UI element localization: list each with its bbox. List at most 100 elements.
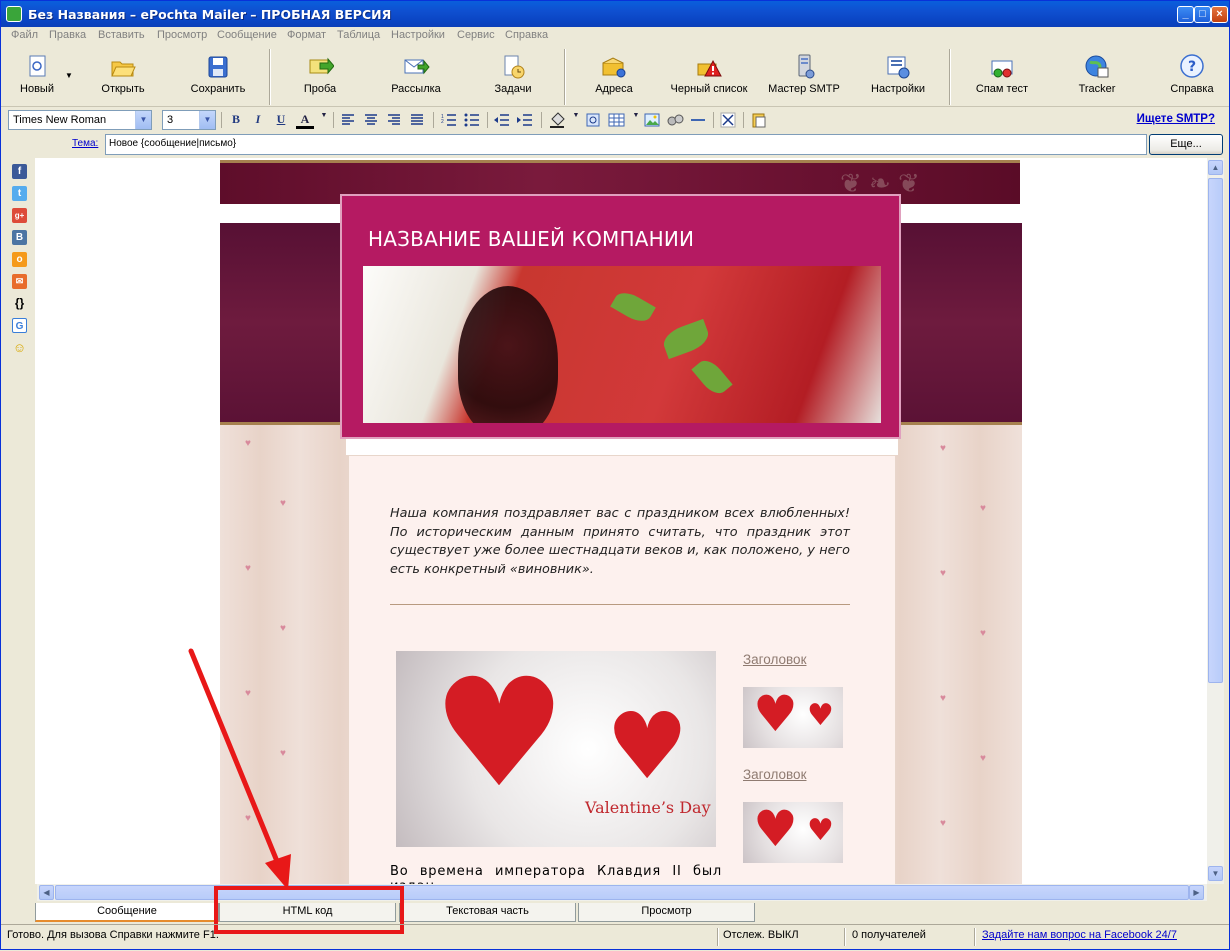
facebook-support-link[interactable]: Задайте нам вопрос на Facebook 24/7 bbox=[982, 929, 1177, 941]
odnoklassniki-icon[interactable]: o bbox=[12, 252, 27, 267]
title-bar[interactable]: Без Названия – ePochta Mailer – ПРОБНАЯ … bbox=[1, 1, 1229, 27]
tracker-button[interactable]: Tracker bbox=[1075, 53, 1119, 95]
toolbar-separator bbox=[564, 49, 566, 105]
smtp-search-link[interactable]: Ищете SMTP? bbox=[1137, 113, 1215, 125]
tab-text-part[interactable]: Текстовая часть bbox=[399, 903, 576, 922]
help-question-icon: ? bbox=[1180, 54, 1204, 78]
help-button[interactable]: ? Справка bbox=[1165, 53, 1219, 95]
align-justify-icon[interactable] bbox=[410, 114, 424, 126]
vertical-scroll-thumb[interactable] bbox=[1208, 178, 1223, 683]
table-icon[interactable] bbox=[608, 112, 626, 128]
image-icon[interactable] bbox=[644, 112, 660, 128]
menu-table[interactable]: Таблица bbox=[337, 29, 380, 41]
subject-input[interactable]: Новое {сообщение|письмо} bbox=[105, 134, 1147, 155]
smtp-wizard-button[interactable]: Мастер SMTP bbox=[767, 53, 841, 95]
font-family-select[interactable]: Times New Roman ▼ bbox=[8, 110, 152, 130]
chevron-down-icon[interactable]: ▼ bbox=[627, 112, 645, 128]
clear-format-icon[interactable] bbox=[720, 112, 736, 128]
code-braces-icon[interactable]: {} bbox=[12, 296, 27, 311]
save-button[interactable]: Сохранить bbox=[187, 53, 249, 95]
font-size-value: 3 bbox=[167, 114, 174, 126]
tab-preview[interactable]: Просмотр bbox=[578, 903, 755, 922]
thumb-heart: ♥ bbox=[753, 685, 798, 743]
heart-decoration: ♥ bbox=[245, 688, 251, 699]
outdent-icon[interactable] bbox=[494, 113, 510, 127]
twitter-icon[interactable]: t bbox=[12, 186, 27, 201]
vertical-scrollbar[interactable]: ▲ ▼ bbox=[1207, 158, 1224, 884]
menu-format[interactable]: Формат bbox=[287, 29, 326, 41]
menu-message[interactable]: Сообщение bbox=[217, 29, 277, 41]
spam-test-button[interactable]: Спам тест bbox=[973, 53, 1031, 95]
new-button[interactable]: Новый bbox=[15, 53, 59, 95]
menu-service[interactable]: Сервис bbox=[457, 29, 495, 41]
send-label: Рассылка bbox=[391, 83, 441, 95]
open-button[interactable]: Открыть bbox=[99, 53, 147, 95]
valentine-hearts-image: ♥ ♥ bbox=[396, 651, 716, 847]
chevron-down-icon: ▼ bbox=[135, 111, 151, 129]
test-button[interactable]: Проба bbox=[297, 53, 343, 95]
menu-settings[interactable]: Настройки bbox=[391, 29, 445, 41]
horizontal-scrollbar[interactable]: ◀ ▶ bbox=[37, 884, 1207, 901]
vkontakte-icon[interactable]: B bbox=[12, 230, 27, 245]
font-size-select[interactable]: 3 ▼ bbox=[162, 110, 216, 130]
scroll-down-icon[interactable]: ▼ bbox=[1208, 866, 1223, 881]
heading-link-1[interactable]: Заголовок bbox=[743, 652, 806, 667]
menu-edit[interactable]: Правка bbox=[49, 29, 86, 41]
svg-text:2: 2 bbox=[441, 119, 444, 125]
fill-bucket-icon[interactable] bbox=[549, 112, 567, 128]
underline-button[interactable]: U bbox=[272, 112, 290, 128]
blacklist-warning-icon bbox=[697, 59, 722, 77]
smtp-server-icon bbox=[798, 54, 815, 79]
spam-test-icon bbox=[991, 60, 1013, 78]
format-separator bbox=[333, 112, 334, 128]
minimize-button[interactable]: _ bbox=[1177, 6, 1194, 23]
menu-view[interactable]: Просмотр bbox=[157, 29, 207, 41]
subject-label[interactable]: Тема: bbox=[72, 138, 98, 149]
align-center-icon[interactable] bbox=[364, 114, 378, 126]
blacklist-button[interactable]: Черный список bbox=[665, 53, 753, 95]
scroll-up-icon[interactable]: ▲ bbox=[1208, 160, 1223, 175]
google-icon[interactable]: G bbox=[12, 318, 27, 333]
settings-gear-icon bbox=[887, 56, 910, 79]
link-icon[interactable] bbox=[585, 112, 601, 128]
google-plus-icon[interactable]: g+ bbox=[12, 208, 27, 223]
facebook-icon[interactable]: f bbox=[12, 164, 27, 179]
scroll-left-icon[interactable]: ◀ bbox=[39, 885, 54, 900]
menu-file[interactable]: Файл bbox=[11, 29, 38, 41]
font-color-button[interactable]: A bbox=[296, 112, 314, 129]
tab-message[interactable]: Сообщение bbox=[35, 903, 219, 922]
addresses-button[interactable]: Адреса bbox=[591, 53, 637, 95]
scroll-right-icon[interactable]: ▶ bbox=[1189, 885, 1204, 900]
chevron-down-icon[interactable]: ▼ bbox=[567, 112, 585, 128]
bullet-list-icon[interactable] bbox=[464, 113, 480, 127]
maximize-button[interactable]: □ bbox=[1194, 6, 1211, 23]
horizontal-line-icon[interactable] bbox=[690, 112, 706, 128]
send-button[interactable]: Рассылка bbox=[387, 53, 445, 95]
format-separator bbox=[433, 112, 434, 128]
tasks-button[interactable]: Задачи bbox=[489, 53, 537, 95]
heart-decoration: ♥ bbox=[940, 443, 946, 454]
menu-insert[interactable]: Вставить bbox=[98, 29, 145, 41]
media-icon[interactable] bbox=[667, 112, 685, 128]
menu-help[interactable]: Справка bbox=[505, 29, 548, 41]
message-editor[interactable]: ❦ ❧ ❦ ♥ ♥ ♥ ♥ ♥ ♥ ♥ ♥ ♥ ♥ ♥ ♥ ♥ ♥ НАЗВАН… bbox=[35, 158, 1207, 884]
new-dropdown-icon[interactable]: ▼ bbox=[65, 71, 73, 80]
numbered-list-icon[interactable]: 12 bbox=[441, 113, 457, 127]
italic-button[interactable]: I bbox=[249, 112, 267, 128]
heading-link-2[interactable]: Заголовок bbox=[743, 767, 806, 782]
status-separator bbox=[844, 928, 846, 946]
intro-paragraph: Наша компания поздравляет вас с праздник… bbox=[390, 506, 850, 577]
more-button[interactable]: Еще... bbox=[1149, 134, 1223, 155]
mail-icon[interactable]: ✉ bbox=[12, 274, 27, 289]
close-button[interactable]: × bbox=[1211, 6, 1228, 23]
smiley-icon[interactable]: ☺ bbox=[12, 340, 27, 355]
align-left-icon[interactable] bbox=[341, 114, 355, 126]
window-title: Без Названия – ePochta Mailer – ПРОБНАЯ … bbox=[28, 7, 392, 22]
bold-button[interactable]: B bbox=[227, 112, 245, 128]
paste-icon[interactable] bbox=[751, 112, 767, 128]
align-right-icon[interactable] bbox=[387, 114, 401, 126]
chevron-down-icon[interactable]: ▼ bbox=[315, 112, 333, 128]
settings-button[interactable]: Настройки bbox=[867, 53, 929, 95]
app-icon bbox=[6, 6, 22, 22]
indent-icon[interactable] bbox=[517, 113, 533, 127]
